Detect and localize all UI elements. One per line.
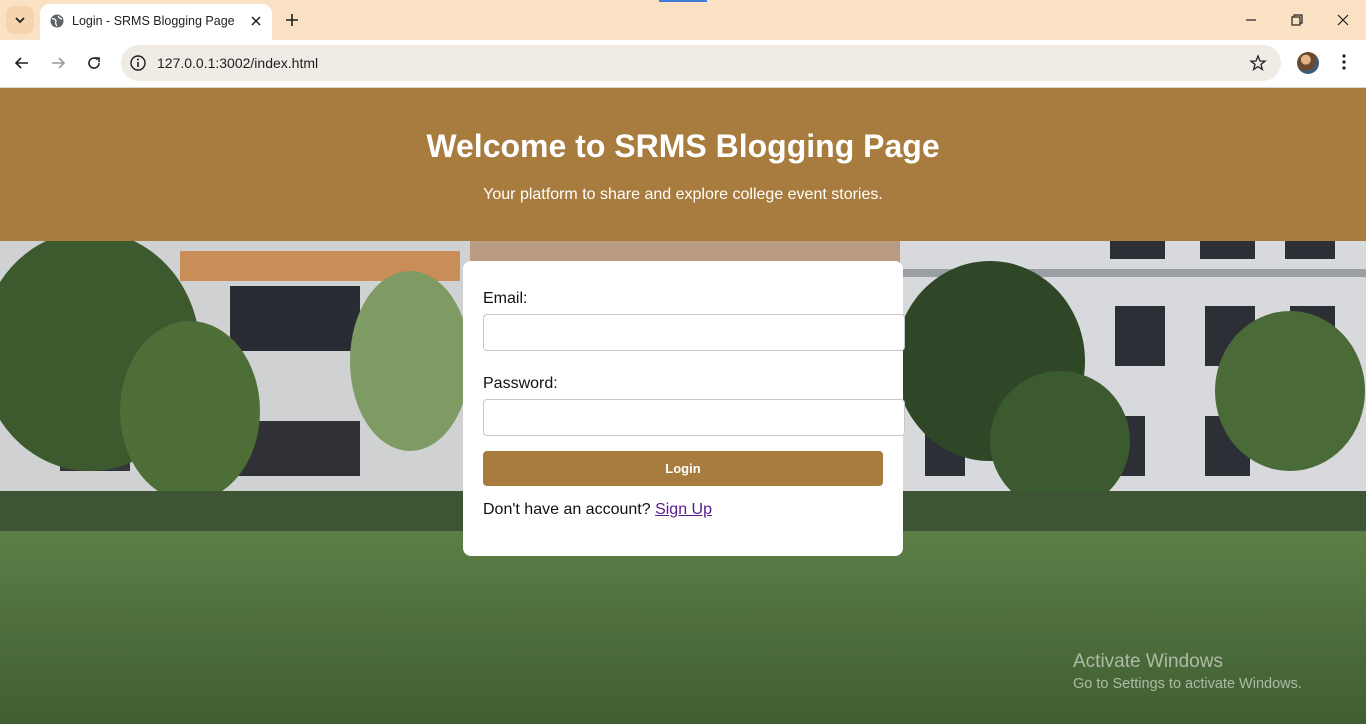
signup-row: Don't have an account? Sign Up [483,501,712,519]
page-subtitle: Your platform to share and explore colle… [483,186,883,203]
password-label: Password: [483,375,558,392]
email-field[interactable] [483,314,905,351]
tab-search-button[interactable] [6,6,34,34]
browser-tab-active[interactable]: Login - SRMS Blogging Page [40,4,272,40]
watermark-title: Activate Windows [1073,651,1223,672]
login-form: Email: Password: Login Don't have an acc… [463,261,905,556]
reload-icon[interactable] [84,53,104,73]
page-header: Welcome to SRMS Blogging Page Your platf… [0,88,1366,241]
window-close-icon[interactable] [1333,10,1353,30]
address-bar[interactable]: 127.0.0.1:3002/index.html [121,45,1281,81]
browser-tabstrip: Login - SRMS Blogging Page [0,0,1366,40]
star-icon[interactable] [1249,54,1267,72]
email-label: Email: [483,290,528,307]
profile-avatar[interactable] [1297,52,1319,74]
browser-toolbar: 127.0.0.1:3002/index.html [0,40,1366,88]
page-title: Welcome to SRMS Blogging Page [426,128,940,164]
minimize-icon[interactable] [1241,10,1261,30]
activate-windows-watermark: Activate Windows Go to Settings to activ… [1073,651,1302,692]
tab-title: Login - SRMS Blogging Page [72,14,235,28]
tabstrip-indicator [659,0,707,2]
watermark-subtitle: Go to Settings to activate Windows. [1073,676,1302,692]
restore-icon[interactable] [1287,10,1307,30]
arrow-left-icon[interactable] [12,53,32,73]
arrow-right-icon[interactable] [48,53,68,73]
globe-icon [50,14,64,28]
url-text[interactable]: 127.0.0.1:3002/index.html [157,55,318,71]
close-icon[interactable] [248,13,264,29]
plus-icon[interactable] [282,10,302,30]
signup-link[interactable]: Sign Up [655,501,712,518]
login-button[interactable]: Login [483,451,883,486]
kebab-menu-icon[interactable] [1334,52,1354,72]
signup-prompt: Don't have an account? [483,501,651,518]
password-field[interactable] [483,399,905,436]
chevron-down-icon [15,17,25,24]
info-icon[interactable] [129,54,147,72]
